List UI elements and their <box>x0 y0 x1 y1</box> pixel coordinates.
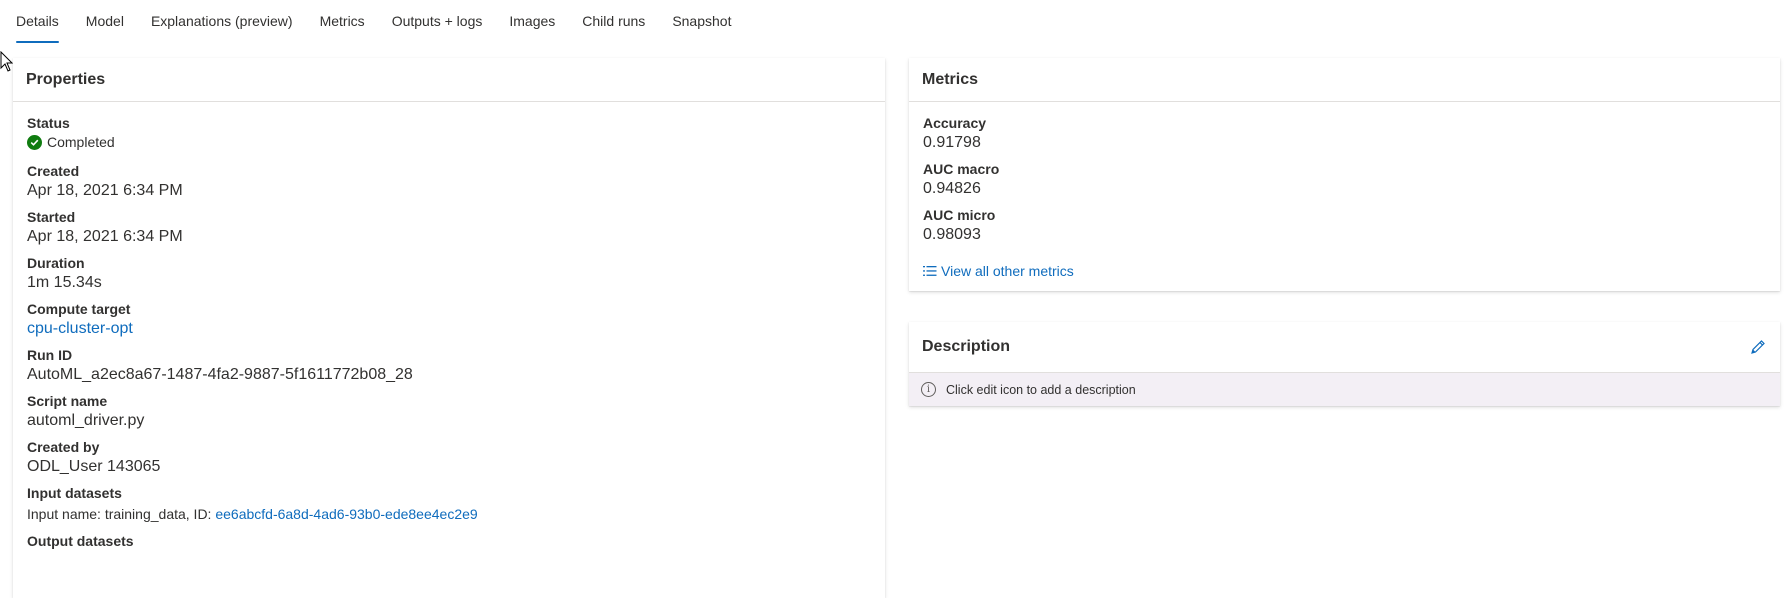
auc-micro-value: 0.98093 <box>923 226 981 243</box>
created-field: Created Apr 18, 2021 6:34 PM <box>13 163 885 201</box>
status-label: Status <box>27 115 70 131</box>
tab-explanations[interactable]: Explanations (preview) <box>151 0 293 43</box>
tab-child-runs[interactable]: Child runs <box>582 0 645 43</box>
run-id-field: Run ID AutoML_a2ec8a67-1487-4fa2-9887-5f… <box>13 347 885 385</box>
input-datasets-label: Input datasets <box>27 485 122 501</box>
compute-target-field: Compute target cpu-cluster-opt <box>13 301 885 339</box>
input-dataset-id-link[interactable]: ee6abcfd-6a8d-4ad6-93b0-ede8ee4ec2e9 <box>215 506 477 522</box>
description-placeholder-bar: i Click edit icon to add a description <box>909 372 1780 406</box>
input-name-text: Input name: training_data, ID: <box>27 506 212 522</box>
output-datasets-field: Output datasets <box>13 533 885 549</box>
started-value: Apr 18, 2021 6:34 PM <box>27 228 183 245</box>
started-field: Started Apr 18, 2021 6:34 PM <box>13 209 885 247</box>
created-by-label: Created by <box>27 439 100 455</box>
description-card: Description i Click edit icon to add a d… <box>909 322 1780 406</box>
tab-images[interactable]: Images <box>509 0 555 43</box>
compute-target-label: Compute target <box>27 301 131 317</box>
tab-snapshot[interactable]: Snapshot <box>672 0 731 43</box>
output-datasets-label: Output datasets <box>27 533 134 549</box>
compute-target-link[interactable]: cpu-cluster-opt <box>27 318 885 339</box>
metrics-title: Metrics <box>922 70 979 88</box>
metrics-card: Metrics Accuracy 0.91798 AUC macro 0.948… <box>909 58 1780 291</box>
view-all-metrics-label: View all other metrics <box>941 263 1074 279</box>
started-label: Started <box>27 209 76 225</box>
description-header: Description <box>909 322 1780 372</box>
status-field: Status Completed <box>13 115 885 150</box>
input-datasets-value: Input name: training_data, ID: ee6abcfd-… <box>27 504 885 525</box>
tab-details[interactable]: Details <box>16 0 59 43</box>
properties-header: Properties <box>13 58 885 102</box>
description-placeholder-text: Click edit icon to add a description <box>946 382 1136 397</box>
edit-pencil-icon[interactable] <box>1750 339 1766 355</box>
auc-micro-label: AUC micro <box>923 207 996 223</box>
metrics-header: Metrics <box>909 58 1780 102</box>
run-id-value: AutoML_a2ec8a67-1487-4fa2-9887-5f1611772… <box>27 366 413 383</box>
tab-metrics[interactable]: Metrics <box>320 0 365 43</box>
created-label: Created <box>27 163 80 179</box>
properties-card: Properties Status Completed Created Apr … <box>13 58 885 598</box>
info-icon: i <box>921 382 936 397</box>
input-datasets-field: Input datasets Input name: training_data… <box>13 485 885 525</box>
created-by-field: Created by ODL_User 143065 <box>13 439 885 477</box>
created-by-value: ODL_User 143065 <box>27 458 161 475</box>
mouse-pointer-icon <box>0 51 14 72</box>
tab-model[interactable]: Model <box>86 0 124 43</box>
tab-bar: Details Model Explanations (preview) Met… <box>0 0 1790 44</box>
created-value: Apr 18, 2021 6:34 PM <box>27 182 183 199</box>
script-name-value: automl_driver.py <box>27 412 145 429</box>
auc-micro-field: AUC micro 0.98093 <box>909 207 1780 245</box>
description-title: Description <box>922 338 1011 355</box>
duration-field: Duration 1m 15.34s <box>13 255 885 293</box>
auc-macro-label: AUC macro <box>923 161 1000 177</box>
auc-macro-value: 0.94826 <box>923 180 981 197</box>
accuracy-value: 0.91798 <box>923 134 981 151</box>
script-name-field: Script name automl_driver.py <box>13 393 885 431</box>
view-all-metrics-link[interactable]: View all other metrics <box>909 263 1780 279</box>
status-success-icon <box>27 134 42 150</box>
duration-value: 1m 15.34s <box>27 274 102 291</box>
status-value: Completed <box>47 134 115 150</box>
duration-label: Duration <box>27 255 85 271</box>
accuracy-label: Accuracy <box>923 115 987 131</box>
status-row: Completed <box>27 134 885 150</box>
auc-macro-field: AUC macro 0.94826 <box>909 161 1780 199</box>
accuracy-field: Accuracy 0.91798 <box>909 115 1780 153</box>
properties-title: Properties <box>26 70 106 88</box>
tab-outputs-logs[interactable]: Outputs + logs <box>392 0 483 43</box>
run-id-label: Run ID <box>27 347 73 363</box>
script-name-label: Script name <box>27 393 108 409</box>
list-icon <box>923 265 937 277</box>
